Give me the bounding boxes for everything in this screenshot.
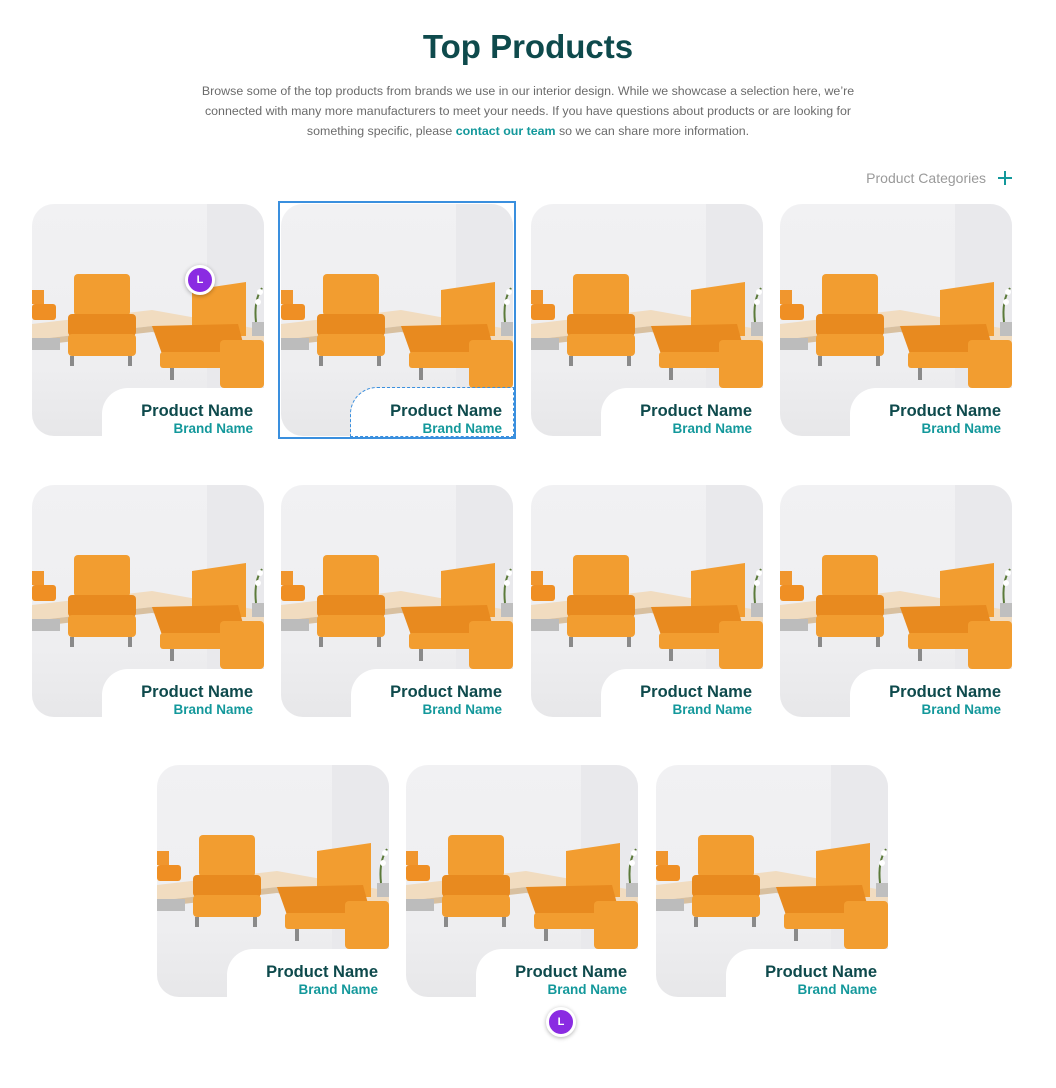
product-name: Product Name [390,402,502,420]
brand-name: Brand Name [422,702,502,717]
product-caption: Product Name Brand Name [102,669,264,717]
product-card[interactable]: Product Name Brand Name [531,485,763,717]
product-name: Product Name [889,683,1001,701]
product-card[interactable]: Product Name Brand Name [32,204,264,436]
contact-team-link[interactable]: contact our team [456,124,556,138]
product-caption: Product Name Brand Name [102,388,264,436]
product-name: Product Name [141,683,253,701]
brand-name: Brand Name [672,421,752,436]
product-name: Product Name [141,402,253,420]
product-name: Product Name [765,963,877,981]
section-intro: Browse some of the top products from bra… [200,81,856,141]
product-card[interactable]: Product Name Brand Name [32,485,264,717]
product-categories-label: Product Categories [866,170,986,186]
user-avatar[interactable]: L [546,1007,576,1037]
product-card[interactable]: Product Name Brand Name [656,765,888,997]
brand-name: Brand Name [921,421,1001,436]
product-name: Product Name [390,683,502,701]
user-avatar[interactable]: L [185,265,215,295]
brand-name: Brand Name [422,421,502,436]
brand-name: Brand Name [298,982,378,997]
brand-name: Brand Name [547,982,627,997]
product-card[interactable]: Product Name Brand Name [281,485,513,717]
product-caption: Product Name Brand Name [351,669,513,717]
brand-name: Brand Name [173,421,253,436]
product-caption: Product Name Brand Name [227,949,389,997]
product-caption: Product Name Brand Name [601,388,763,436]
section-title: Top Products [422,28,634,65]
product-card[interactable]: Product Name Brand Name [278,201,516,439]
product-card[interactable]: Product Name Brand Name [780,204,1012,436]
brand-name: Brand Name [173,702,253,717]
plus-icon [998,171,1012,185]
product-name: Product Name [515,963,627,981]
product-caption: Product Name Brand Name [850,388,1012,436]
product-caption: Product Name Brand Name [476,949,638,997]
product-card[interactable]: Product Name Brand Name [531,204,763,436]
intro-text-end: so we can share more information. [555,124,750,138]
product-caption: Product Name Brand Name [601,669,763,717]
product-name: Product Name [266,963,378,981]
product-caption: Product Name Brand Name [726,949,888,997]
product-caption: Product Name Brand Name [350,387,514,437]
brand-name: Brand Name [797,982,877,997]
product-name: Product Name [889,402,1001,420]
product-name: Product Name [640,402,752,420]
product-card[interactable]: Product Name Brand Name [157,765,389,997]
product-caption: Product Name Brand Name [850,669,1012,717]
product-name: Product Name [640,683,752,701]
brand-name: Brand Name [672,702,752,717]
product-card[interactable]: Product Name Brand Name [406,765,638,997]
product-card[interactable]: Product Name Brand Name [780,485,1012,717]
brand-name: Brand Name [921,702,1001,717]
product-categories-toggle[interactable]: Product Categories [866,170,1012,186]
